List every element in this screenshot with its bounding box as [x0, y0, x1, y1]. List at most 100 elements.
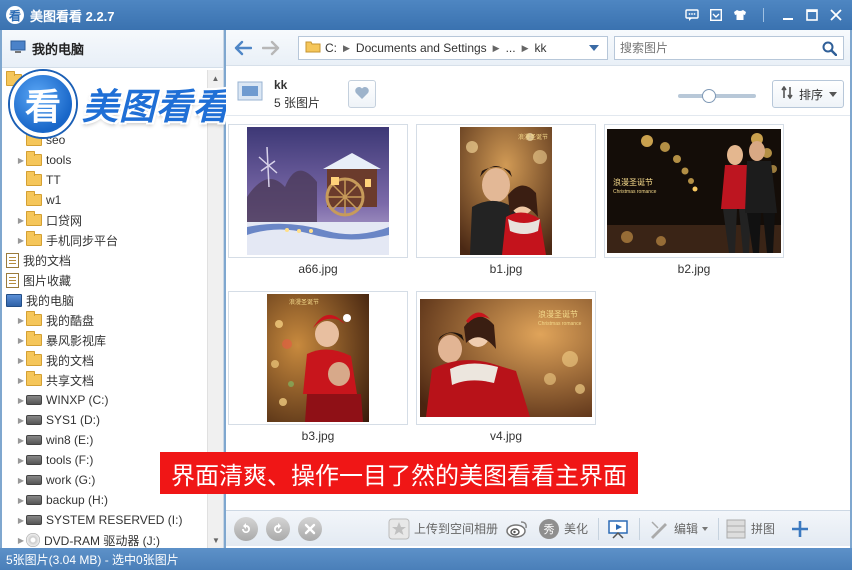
- tree-item-baofeng[interactable]: ▶ 暴风影视库: [2, 330, 208, 350]
- path-dropdown-icon[interactable]: [589, 45, 599, 51]
- overlay-text: 浪漫圣诞节: [289, 298, 319, 306]
- thumbnail-b2[interactable]: 浪漫圣诞节 Christmas romance: [604, 124, 784, 258]
- expand-arrow-icon[interactable]: ▶: [16, 316, 26, 325]
- edit-dropdown-icon[interactable]: [702, 526, 709, 531]
- path-separator-icon: ▶: [492, 42, 500, 53]
- thumbnail-v4[interactable]: 浪漫圣诞节 Christmas romance: [416, 291, 596, 425]
- folder-icon: [26, 171, 42, 186]
- expand-arrow-icon[interactable]: ▶: [16, 436, 26, 445]
- tree-item-label: 暴风影视库: [46, 333, 107, 348]
- expand-arrow-icon[interactable]: ▶: [16, 376, 26, 385]
- folder-icon: [26, 151, 42, 166]
- zoom-slider-thumb[interactable]: [702, 89, 716, 103]
- upload-album-button[interactable]: 上传到空间相册: [388, 518, 498, 540]
- rotate-right-button[interactable]: [266, 516, 290, 541]
- sort-label: 排序: [799, 87, 824, 102]
- expand-arrow-icon[interactable]: ▶: [16, 496, 26, 505]
- expand-arrow-icon[interactable]: ▶: [16, 516, 26, 525]
- slideshow-icon: [607, 518, 629, 540]
- path-current[interactable]: kk: [535, 41, 547, 55]
- tree-item-label: WINXP (C:): [46, 393, 109, 407]
- tree-item-tt[interactable]: TT: [2, 170, 208, 190]
- thumbnail-a66[interactable]: [228, 124, 408, 258]
- expand-arrow-icon[interactable]: ▶: [16, 456, 26, 465]
- tree-item-drive-j[interactable]: ▶ DVD-RAM 驱动器 (J:): [2, 530, 208, 548]
- back-button[interactable]: [232, 37, 254, 59]
- path-drive[interactable]: C:: [325, 41, 337, 55]
- tree-item-w1[interactable]: w1: [2, 190, 208, 210]
- tree-item-shared-docs[interactable]: ▶ 共享文档: [2, 370, 208, 390]
- close-icon[interactable]: [826, 6, 846, 24]
- tree-item-label: tools (F:): [46, 453, 94, 467]
- drive-icon: [26, 395, 42, 405]
- tree-item-kupan[interactable]: ▶ 我的酷盘: [2, 310, 208, 330]
- tree-item-picture-favorites[interactable]: 图片收藏: [2, 270, 208, 290]
- tree-item-label: 图片收藏: [23, 273, 72, 288]
- tree-item-label: SYSTEM RESERVED (I:): [46, 513, 183, 527]
- heart-icon: [354, 86, 370, 103]
- overlay-text: 浪漫圣诞节: [538, 309, 578, 319]
- menu-icon[interactable]: [706, 6, 726, 24]
- tree-item-tools[interactable]: ▶ tools: [2, 150, 208, 170]
- address-bar[interactable]: C: ▶ Documents and Settings ▶ ... ▶ kk: [298, 36, 608, 60]
- tree-item-my-computer[interactable]: 我的电脑: [2, 290, 208, 310]
- tree-item-my-documents[interactable]: 我的文档: [2, 250, 208, 270]
- title-bar: 看 美图看看 2.2.7: [0, 0, 852, 30]
- weibo-share-button[interactable]: [506, 518, 532, 540]
- rotate-left-button[interactable]: [234, 516, 258, 541]
- sidebar-header[interactable]: 我的电脑: [2, 30, 223, 68]
- tree-item-my-docs-folder[interactable]: ▶ 我的文档: [2, 350, 208, 370]
- tree-item-label: 口贷网: [46, 213, 83, 228]
- sort-dropdown-icon: [829, 91, 838, 97]
- beautify-button[interactable]: 秀 美化: [538, 518, 588, 540]
- tree-item-drive-d[interactable]: ▶ SYS1 (D:): [2, 410, 208, 430]
- tree-item-drive-c[interactable]: ▶ WINXP (C:): [2, 390, 208, 410]
- delete-button[interactable]: [298, 516, 322, 541]
- tree-item-koudaiwang[interactable]: ▶ 口贷网: [2, 210, 208, 230]
- folder-large-icon: [236, 78, 264, 107]
- brand-text: 美图看看: [82, 86, 231, 127]
- minimize-icon[interactable]: [778, 6, 798, 24]
- path-segment[interactable]: Documents and Settings: [356, 41, 487, 55]
- brand-logo: 看 美图看看: [10, 70, 250, 138]
- expand-arrow-icon[interactable]: ▶: [16, 356, 26, 365]
- feedback-icon[interactable]: [682, 6, 702, 24]
- expand-arrow-icon[interactable]: ▶: [16, 156, 26, 165]
- folder-icon: [26, 331, 42, 346]
- window-title: 美图看看 2.2.7: [30, 8, 115, 24]
- maximize-icon[interactable]: [802, 6, 822, 24]
- thumbnail-b1[interactable]: 浪漫圣诞节: [416, 124, 596, 258]
- thumbnail-b3[interactable]: 浪漫圣诞节: [228, 291, 408, 425]
- expand-arrow-icon[interactable]: ▶: [16, 416, 26, 425]
- forward-button[interactable]: [260, 37, 282, 59]
- edit-button[interactable]: 编辑: [648, 518, 709, 540]
- zoom-slider[interactable]: [678, 89, 756, 103]
- image-count: 5 张图片: [274, 96, 321, 110]
- expand-arrow-icon[interactable]: ▶: [16, 336, 26, 345]
- expand-arrow-icon[interactable]: ▶: [16, 396, 26, 405]
- sort-button[interactable]: 排序: [772, 80, 844, 108]
- scroll-down-icon[interactable]: ▼: [208, 532, 224, 548]
- add-button[interactable]: [789, 518, 815, 540]
- folder-icon: [26, 371, 42, 386]
- expand-arrow-icon[interactable]: ▶: [16, 236, 26, 245]
- computer-icon: [10, 40, 26, 57]
- expand-arrow-icon[interactable]: ▶: [16, 476, 26, 485]
- search-icon[interactable]: [822, 41, 838, 59]
- tree-item-drive-e[interactable]: ▶ win8 (E:): [2, 430, 208, 450]
- toolbar-divider: [598, 517, 600, 540]
- tree-item-phone-sync[interactable]: ▶ 手机同步平台: [2, 230, 208, 250]
- tree-item-label: 我的文档: [23, 253, 72, 268]
- edit-label: 编辑: [674, 522, 699, 536]
- path-ellipsis[interactable]: ...: [506, 41, 516, 55]
- favorite-button[interactable]: [348, 80, 376, 108]
- computer-icon: [6, 293, 22, 307]
- toolbar-divider: [639, 517, 641, 540]
- expand-arrow-icon[interactable]: ▶: [16, 216, 26, 225]
- tree-item-drive-i[interactable]: ▶ SYSTEM RESERVED (I:): [2, 510, 208, 530]
- search-input[interactable]: [620, 38, 820, 58]
- skin-icon[interactable]: [730, 6, 750, 24]
- collage-button[interactable]: 拼图: [725, 518, 775, 540]
- expand-arrow-icon[interactable]: ▶: [16, 536, 26, 545]
- slideshow-button[interactable]: [607, 518, 633, 540]
